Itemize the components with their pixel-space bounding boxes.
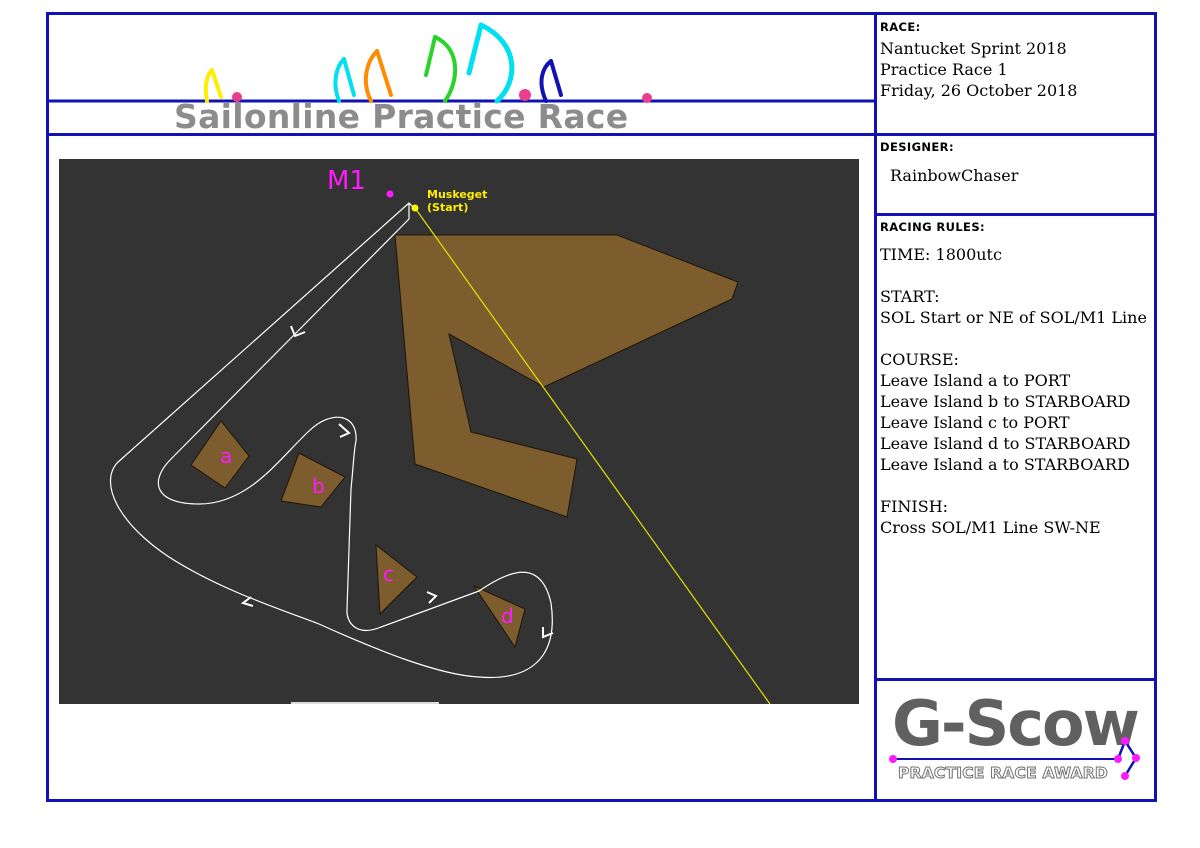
rules-line: Leave Island c to PORT: [880, 413, 1070, 432]
start-point: [411, 204, 419, 212]
award-logo: G-Scow PRACTICE RACE AWARD: [880, 686, 1150, 796]
m1-mark: [386, 190, 394, 198]
rules-label: RACING RULES:: [880, 220, 985, 234]
rules-line: SOL Start or NE of SOL/M1 Line: [880, 308, 1147, 327]
map-scale-tab: [291, 702, 439, 704]
rules-line: Cross SOL/M1 Line SW-NE: [880, 518, 1101, 537]
rules-list: TIME: 1800utc START: SOL Start or NE of …: [880, 244, 1147, 538]
banner: Sailonline Practice Race: [49, 15, 874, 136]
race-subtitle: Practice Race 1: [880, 60, 1008, 79]
race-name: Nantucket Sprint 2018: [880, 39, 1067, 58]
race-date: Friday, 26 October 2018: [880, 81, 1078, 100]
designer-name: RainbowChaser: [890, 166, 1019, 185]
rules-line: Leave Island d to STARBOARD: [880, 434, 1131, 453]
course-map: M1 Muskeget (Start) a b c d: [59, 159, 859, 704]
race-label: RACE:: [880, 20, 921, 34]
rules-line: [880, 328, 1147, 349]
banner-title: Sailonline Practice Race: [174, 97, 629, 136]
rules-line: TIME: 1800utc: [880, 245, 1002, 264]
rules-line: [880, 475, 1147, 496]
island-c-label: c: [383, 562, 394, 586]
rules-line: START:: [880, 287, 940, 306]
large-island: [394, 234, 739, 518]
start-label-name: Muskeget: [427, 188, 487, 201]
race-info: Nantucket Sprint 2018 Practice Race 1 Fr…: [880, 38, 1077, 101]
column-divider: [874, 12, 877, 802]
island-a-label: a: [220, 444, 232, 468]
island-b-label: b: [312, 474, 325, 498]
race-divider: [874, 133, 1157, 136]
designer-label: DESIGNER:: [880, 140, 954, 154]
m1-label: M1: [327, 166, 366, 196]
rules-line: Leave Island a to PORT: [880, 371, 1071, 390]
island-d-shape: [472, 584, 526, 649]
rules-divider: [874, 678, 1157, 681]
rules-line: FINISH:: [880, 497, 949, 516]
course-map-svg: M1 Muskeget (Start) a b c d: [109, 166, 771, 704]
island-d-label: d: [501, 604, 514, 628]
rules-line: Leave Island a to STARBOARD: [880, 455, 1130, 474]
designer-divider: [874, 213, 1157, 216]
start-label-sub: (Start): [427, 201, 468, 214]
rules-line: [880, 265, 1147, 286]
rules-line: Leave Island b to STARBOARD: [880, 392, 1131, 411]
award-graphic: [889, 737, 1140, 780]
rules-line: COURSE:: [880, 350, 959, 369]
